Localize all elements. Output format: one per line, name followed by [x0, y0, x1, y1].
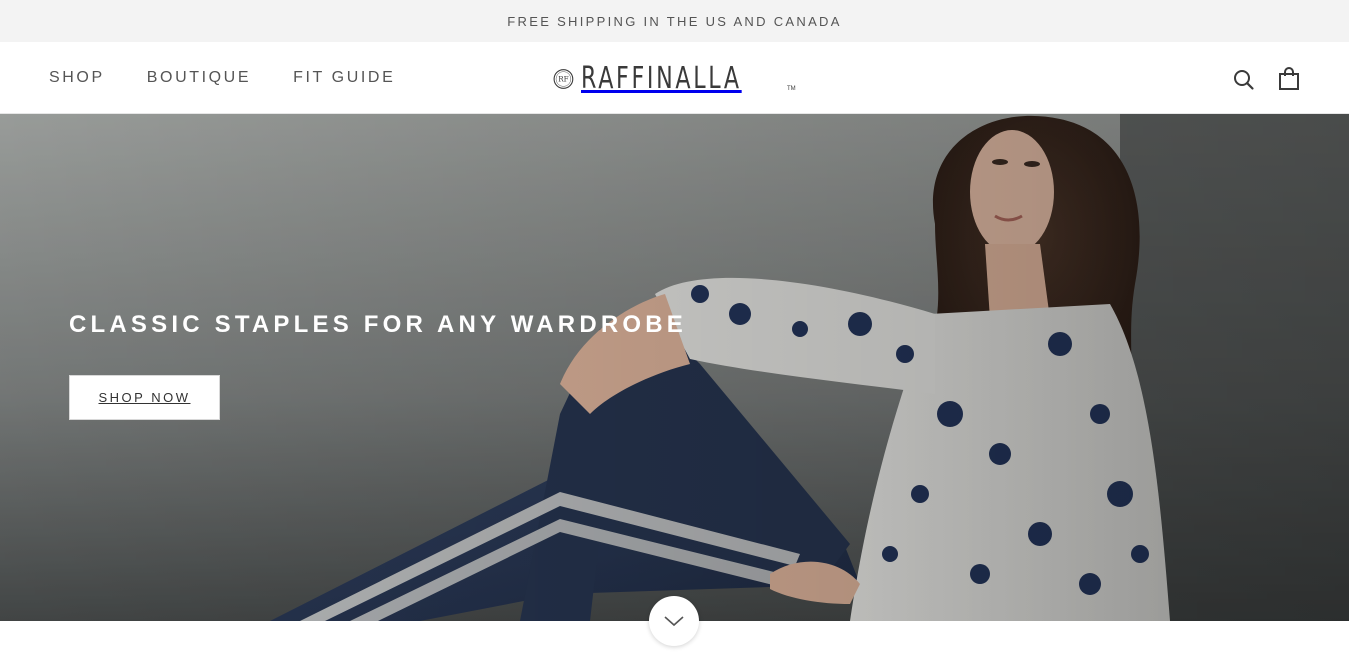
hero-banner: CLASSIC STAPLES FOR ANY WARDROBE SHOP NO…	[0, 114, 1349, 621]
logo-monogram-text: RF	[558, 75, 568, 84]
logo-text: RAFFINALLA	[580, 61, 742, 96]
shopping-bag-icon	[1279, 67, 1299, 90]
main-nav: SHOP BOUTIQUE FIT GUIDE	[49, 42, 437, 114]
hero-title: CLASSIC STAPLES FOR ANY WARDROBE	[69, 311, 687, 338]
announcement-text: FREE SHIPPING IN THE US AND CANADA	[507, 13, 842, 29]
nav-item-shop[interactable]: SHOP	[49, 69, 105, 87]
search-button[interactable]	[1231, 66, 1257, 92]
chevron-down-icon	[664, 616, 684, 627]
logo-trademark: TM	[787, 86, 796, 92]
site-header: SHOP BOUTIQUE FIT GUIDE RF RAFFINALLA TM	[0, 42, 1349, 114]
shop-now-button[interactable]: SHOP NOW	[69, 375, 220, 420]
nav-item-fit-guide[interactable]: FIT GUIDE	[293, 69, 395, 87]
logo-monogram-icon: RF	[553, 69, 574, 89]
brand-logo[interactable]: RF RAFFINALLA TM	[553, 59, 798, 99]
hero-overlay	[0, 114, 1349, 621]
cart-button[interactable]	[1276, 66, 1302, 92]
scroll-down-button[interactable]	[649, 596, 699, 646]
announcement-bar: FREE SHIPPING IN THE US AND CANADA	[0, 0, 1349, 42]
search-icon	[1234, 70, 1254, 90]
nav-item-boutique[interactable]: BOUTIQUE	[147, 69, 251, 87]
